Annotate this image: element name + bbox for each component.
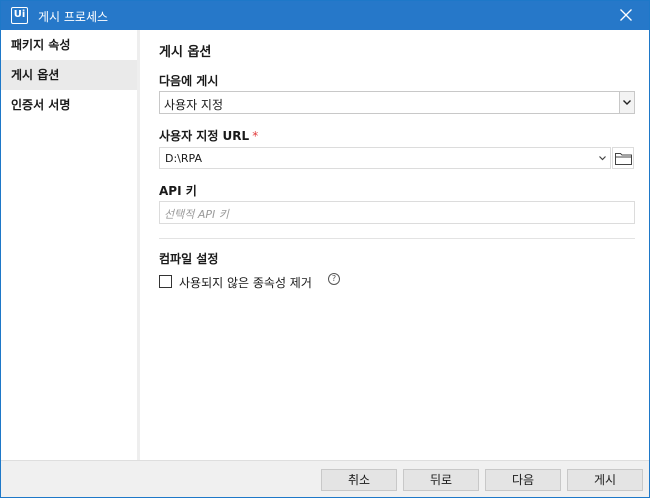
- publish-to-select[interactable]: 사용자 지정: [159, 91, 635, 114]
- back-button[interactable]: 뒤로: [403, 469, 479, 491]
- sidebar-item-package-properties[interactable]: 패키지 속성: [1, 30, 137, 60]
- api-key-label: API 키: [159, 184, 197, 198]
- custom-url-label-text: 사용자 지정 URL: [159, 129, 250, 143]
- dialog-footer: 취소 뒤로 다음 게시: [1, 460, 649, 497]
- remove-unused-dependencies-checkbox[interactable]: [159, 275, 172, 288]
- chevron-down-icon[interactable]: [599, 156, 606, 161]
- next-button[interactable]: 다음: [485, 469, 561, 491]
- custom-url-combobox[interactable]: D:\RPA: [159, 147, 611, 169]
- close-icon: [620, 9, 632, 21]
- window-title: 게시 프로세스: [38, 10, 109, 24]
- folder-icon: [615, 153, 632, 165]
- publish-button[interactable]: 게시: [567, 469, 643, 491]
- page-title: 게시 옵션: [159, 45, 212, 60]
- section-divider: [159, 238, 635, 239]
- publish-to-selected-value: 사용자 지정: [164, 98, 224, 112]
- api-key-placeholder: 선택적 API 키: [164, 208, 229, 221]
- uipath-logo-icon: Ui: [11, 7, 28, 24]
- api-key-input[interactable]: 선택적 API 키: [159, 201, 635, 224]
- publish-dialog: Ui 게시 프로세스 패키지 속성 게시 옵션 인증서 서명 게시 옵션 다음에…: [0, 0, 650, 498]
- custom-url-label: 사용자 지정 URL *: [159, 127, 258, 144]
- help-icon[interactable]: ?: [328, 273, 340, 285]
- browse-folder-button[interactable]: [612, 147, 634, 169]
- close-button[interactable]: [603, 1, 649, 30]
- sidebar-item-publish-options[interactable]: 게시 옵션: [1, 60, 137, 90]
- compile-settings-label: 컴파일 설정: [159, 252, 219, 266]
- sidebar-item-certificate-signing[interactable]: 인증서 서명: [1, 90, 137, 120]
- chevron-down-icon: [623, 100, 631, 105]
- dropdown-button[interactable]: [619, 92, 634, 113]
- custom-url-value: D:\RPA: [165, 152, 202, 165]
- cancel-button[interactable]: 취소: [321, 469, 397, 491]
- required-marker: *: [252, 129, 259, 143]
- title-bar: Ui 게시 프로세스: [1, 1, 649, 30]
- remove-unused-dependencies-label[interactable]: 사용되지 않은 종속성 제거: [179, 274, 312, 291]
- publish-to-label: 다음에 게시: [159, 74, 219, 88]
- sidebar-nav: 패키지 속성 게시 옵션 인증서 서명: [1, 30, 140, 460]
- publish-options-panel: 게시 옵션 다음에 게시 사용자 지정 사용자 지정 URL* D:\RPA: [143, 30, 649, 460]
